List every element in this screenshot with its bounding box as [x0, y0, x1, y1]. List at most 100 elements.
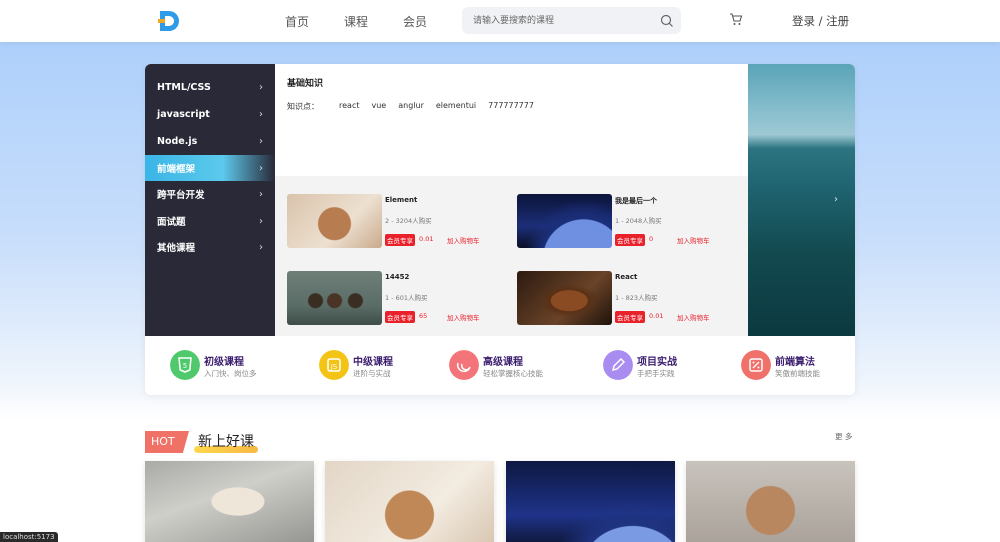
sidebar-item-label: HTML/CSS: [157, 81, 211, 93]
category-sidebar: HTML/CSS › javascript › Node.js › 前端框架 ›…: [145, 64, 275, 336]
chevron-right-icon: ›: [259, 188, 263, 200]
login-register-link[interactable]: 登录 / 注册: [792, 13, 849, 29]
course-name: Element: [385, 196, 418, 204]
panel-title: 基础知识: [287, 79, 324, 89]
percent-icon: [741, 350, 771, 380]
sidebar-item-other[interactable]: 其他课程 ›: [145, 234, 275, 260]
course-thumbnail: [517, 271, 612, 325]
status-url: localhost:5173: [0, 532, 58, 542]
vip-badge: 会员专享: [385, 311, 415, 323]
category-subtitle: 入门快、岗位多: [204, 369, 257, 378]
kp-tag[interactable]: 777777777: [488, 101, 534, 112]
search-icon[interactable]: [660, 14, 674, 28]
course-cards: Element 2 - 3204人购买 会员专享 0.01 加入购物车 我是最后…: [275, 176, 748, 336]
cart-icon[interactable]: [729, 13, 743, 26]
search-box: [462, 7, 681, 34]
course-buyers: 1 - 823人购买: [615, 294, 658, 302]
course-name: React: [615, 273, 638, 281]
top-navbar: 首页 课程 会员 登录 / 注册: [0, 0, 1000, 42]
course-buyers: 2 - 3204人购买: [385, 217, 432, 225]
sidebar-item-javascript[interactable]: javascript ›: [145, 101, 275, 127]
chevron-right-icon: ›: [259, 81, 263, 93]
sidebar-item-label: 跨平台开发: [157, 190, 205, 201]
sidebar-item-label: Node.js: [157, 135, 198, 147]
add-to-cart-link[interactable]: 加入购物车: [447, 312, 480, 322]
svg-text:JS: JS: [330, 363, 338, 371]
chevron-right-icon: ›: [259, 135, 263, 147]
category-subtitle: 进阶与实战: [353, 369, 391, 378]
course-price: 0: [649, 235, 654, 243]
course-buyers: 1 - 601人购买: [385, 294, 428, 302]
kp-label: 知识点：: [287, 102, 319, 111]
category-subtitle: 轻松掌握核心技能: [483, 369, 543, 378]
category-algorithm[interactable]: 前端算法 笑傲前端技能: [741, 350, 855, 382]
nav-member[interactable]: 会员: [403, 13, 427, 30]
course-price: 0.01: [419, 235, 434, 243]
course-name: 我是最后一个: [615, 197, 657, 205]
more-link[interactable]: 更 多: [835, 431, 852, 442]
chevron-right-icon: ›: [259, 241, 263, 253]
category-title: 中级课程: [353, 357, 393, 368]
chevron-right-icon[interactable]: ›: [834, 194, 838, 205]
category-title: 高级课程: [483, 357, 523, 368]
kp-tag[interactable]: react: [339, 101, 359, 112]
nav-home[interactable]: 首页: [285, 13, 309, 30]
banner: HTML/CSS › javascript › Node.js › 前端框架 ›…: [145, 64, 855, 395]
html5-icon: 5: [170, 350, 200, 380]
kp-tag[interactable]: vue: [371, 101, 386, 112]
course-card[interactable]: Element 2 - 3204人购买 会员专享 0.01 加入购物车: [287, 194, 507, 250]
category-title: 初级课程: [204, 357, 244, 368]
course-card[interactable]: [145, 461, 314, 542]
add-to-cart-link[interactable]: 加入购物车: [677, 312, 710, 322]
sidebar-item-label: javascript: [157, 108, 210, 120]
category-subtitle: 笑傲前端技能: [775, 369, 820, 378]
category-beginner[interactable]: 5 初级课程 入门快、岗位多: [170, 350, 300, 382]
course-card[interactable]: 我是最后一个 1 - 2048人购买 会员专享 0 加入购物车: [517, 194, 737, 250]
hot-badge: HOT: [145, 431, 189, 453]
course-thumbnail: [287, 194, 382, 248]
knowledge-points: 知识点： react vue anglur elementui 77777777…: [287, 101, 546, 112]
course-card[interactable]: [506, 461, 675, 542]
sidebar-item-interview[interactable]: 面试题 ›: [145, 208, 275, 234]
category-advanced[interactable]: 高级课程 轻松掌握核心技能: [449, 350, 579, 382]
sidebar-item-label: 面试题: [157, 217, 186, 228]
course-card[interactable]: [686, 461, 855, 542]
sidebar-item-cross-platform[interactable]: 跨平台开发 ›: [145, 181, 275, 207]
submenu-panel: 基础知识 知识点： react vue anglur elementui 777…: [275, 64, 748, 336]
vip-badge: 会员专享: [615, 234, 645, 246]
kp-tag[interactable]: elementui: [436, 101, 476, 112]
category-intermediate[interactable]: JS 中级课程 进阶与实战: [319, 350, 449, 382]
section-title: 新上好课: [198, 434, 254, 450]
sidebar-item-frontend-frameworks[interactable]: 前端框架 ›: [145, 155, 275, 181]
add-to-cart-link[interactable]: 加入购物车: [447, 235, 480, 245]
pencil-icon: [603, 350, 633, 380]
chevron-right-icon: ›: [259, 162, 263, 174]
swirl-icon: [449, 350, 479, 380]
category-title: 前端算法: [775, 357, 815, 368]
sidebar-item-label: 前端框架: [157, 164, 196, 175]
kp-tag[interactable]: anglur: [398, 101, 424, 112]
add-to-cart-link[interactable]: 加入购物车: [677, 235, 710, 245]
sidebar-item-nodejs[interactable]: Node.js ›: [145, 128, 275, 154]
course-thumbnail: [287, 271, 382, 325]
nav-courses[interactable]: 课程: [344, 13, 368, 30]
search-input[interactable]: [462, 7, 660, 34]
vip-badge: 会员专享: [615, 311, 645, 323]
course-thumbnail: [517, 194, 612, 248]
logo-icon[interactable]: [158, 9, 184, 33]
course-card[interactable]: [325, 461, 494, 542]
category-project[interactable]: 项目实战 手把手实践: [603, 350, 733, 382]
course-name: 14452: [385, 273, 410, 281]
sidebar-item-html-css[interactable]: HTML/CSS ›: [145, 74, 275, 100]
sidebar-item-label: 其他课程: [157, 243, 196, 254]
svg-text:5: 5: [183, 362, 187, 370]
vip-badge: 会员专享: [385, 234, 415, 246]
course-buyers: 1 - 2048人购买: [615, 217, 662, 225]
course-price: 0.01: [649, 312, 664, 320]
category-title: 项目实战: [637, 357, 677, 368]
category-row: 5 初级课程 入门快、岗位多 JS 中级课程 进阶与实战 高级课程 轻松掌握核心…: [145, 336, 855, 395]
course-card[interactable]: 14452 1 - 601人购买 会员专享 65 加入购物车: [287, 271, 507, 327]
course-price: 65: [419, 312, 428, 320]
course-card[interactable]: React 1 - 823人购买 会员专享 0.01 加入购物车: [517, 271, 737, 327]
carousel-image: ›: [748, 64, 855, 336]
